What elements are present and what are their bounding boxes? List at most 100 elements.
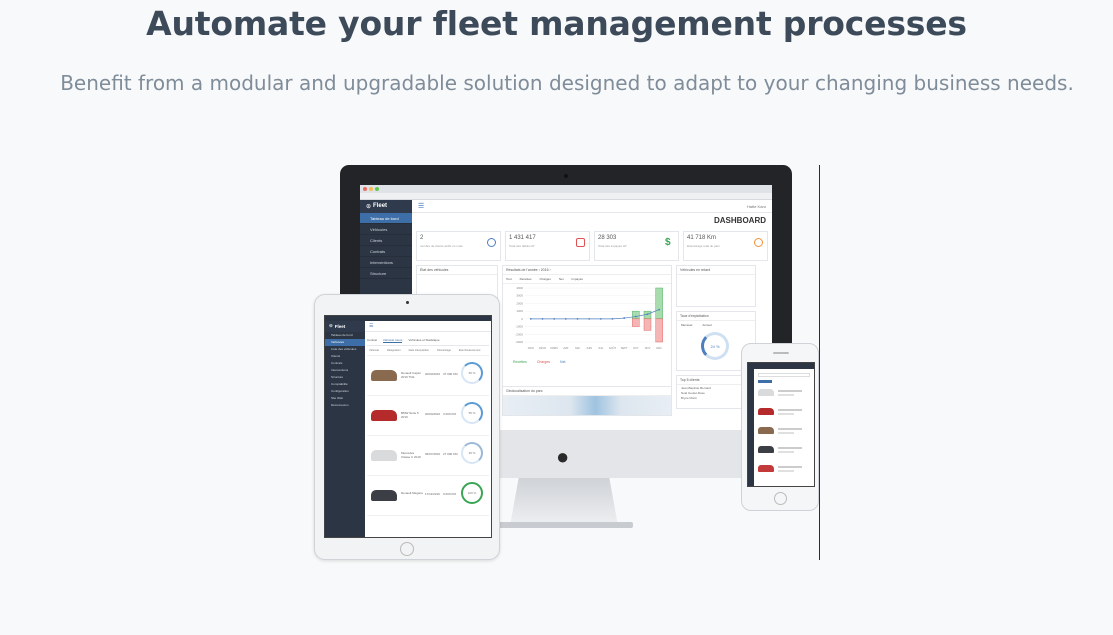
sidebar-item-website[interactable]: Site Web bbox=[325, 395, 365, 402]
progress-ring: 55 % bbox=[461, 402, 483, 424]
tab-stats[interactable]: Véhicules et Statistique bbox=[408, 338, 439, 343]
table-row[interactable]: Renault Mégane 17/11/2016 9 000 KM 100 % bbox=[367, 476, 489, 516]
map-view[interactable] bbox=[503, 396, 671, 415]
page-subtitle: Benefit from a modular and upgradable so… bbox=[60, 71, 1074, 95]
tab-contract[interactable]: Contrat bbox=[367, 338, 377, 343]
sidebar-item-structure[interactable]: Structure bbox=[325, 374, 365, 381]
point-net bbox=[564, 317, 567, 320]
sidebar-item-contracts[interactable]: Contrats bbox=[325, 360, 365, 367]
bar-charges bbox=[655, 318, 663, 343]
tab-unpaid[interactable]: Impayés bbox=[572, 277, 583, 281]
bar-charges bbox=[643, 318, 652, 331]
sidebar-item-interventions[interactable]: Interventions bbox=[360, 257, 412, 268]
kpi-label: Total des débits HT bbox=[509, 244, 535, 248]
summary-net: Net bbox=[560, 360, 566, 364]
panel-title: Résultats de l'année ‹ 2016 › bbox=[503, 266, 671, 275]
summary-charges: Charges bbox=[536, 360, 551, 364]
home-button bbox=[400, 542, 414, 556]
menu-icon[interactable]: ☰ bbox=[369, 323, 373, 329]
browser-url-bar[interactable] bbox=[360, 193, 772, 200]
sidebar-item-vehicles[interactable]: Véhicules bbox=[325, 339, 365, 346]
kpi-row: 2 nombre de clients actifs ce mois 1 431… bbox=[416, 231, 768, 261]
x-tick-label: NOV bbox=[645, 346, 651, 350]
tablet-tabs: Contrat Véhicule loués Véhicules et Stat… bbox=[367, 335, 489, 346]
dashboard-title: DASHBOARD bbox=[714, 216, 766, 225]
car-image bbox=[371, 370, 397, 381]
kpi-card: 1 431 417 Total des débits HT bbox=[505, 231, 590, 261]
list-item[interactable] bbox=[758, 406, 810, 418]
kpi-card: 2 nombre de clients actifs ce mois bbox=[416, 231, 501, 261]
y-tick-label: 1000 bbox=[516, 309, 523, 313]
col-date: Date d'acquisition bbox=[408, 349, 430, 352]
sidebar-item-clients[interactable]: Clients bbox=[325, 353, 365, 360]
results-tabs: Tout Recettes Charges Net Impayés bbox=[503, 275, 671, 284]
vehicle-table: Renault Captur 2019 TCE 20/03/2016 37 000 … bbox=[367, 356, 489, 516]
col-progress: Etat d'avancement bbox=[458, 349, 481, 352]
list-item[interactable] bbox=[758, 387, 810, 399]
sidebar-item-config[interactable]: Configuration bbox=[325, 388, 365, 395]
user-menu[interactable]: Hatte Karo bbox=[747, 204, 766, 209]
table-row[interactable]: Mercedes Classe C 2019 06/07/2016 27 000 K… bbox=[367, 436, 489, 476]
acquisition-date: 20/03/2016 bbox=[425, 372, 441, 376]
acquisition-date: 17/11/2016 bbox=[425, 492, 440, 496]
tab-yearly[interactable]: Annuel bbox=[702, 323, 711, 327]
sidebar-item-dashboard[interactable]: Tableau de bord bbox=[325, 332, 365, 339]
list-item[interactable] bbox=[758, 425, 810, 437]
progress-value: 100 % bbox=[467, 491, 477, 495]
sidebar-item-vehicles[interactable]: Véhicules bbox=[360, 224, 412, 235]
map-panel: Géolocalisation du parc bbox=[502, 386, 672, 416]
x-tick-label: AVR bbox=[563, 346, 568, 350]
vehicle-name: Mercedes Classe C 2019 bbox=[401, 451, 421, 459]
acquisition-date: 20/04/2016 bbox=[425, 412, 441, 416]
panel-title: Taux d'exploitation bbox=[677, 312, 755, 321]
car-image bbox=[371, 410, 397, 421]
x-tick-label: JUIN bbox=[586, 346, 592, 350]
point-net bbox=[599, 317, 602, 320]
mileage: 3 000 KM bbox=[443, 412, 456, 416]
search-input[interactable] bbox=[758, 373, 810, 377]
imac-stand bbox=[510, 478, 618, 526]
tab-revenue[interactable]: Recettes bbox=[520, 277, 532, 281]
sidebar-item-logout[interactable]: Déconnexion bbox=[325, 402, 365, 409]
sidebar-item-dashboard[interactable]: Tableau de bord bbox=[360, 213, 412, 224]
sidebar-item-accounting[interactable]: Comptabilité bbox=[325, 381, 365, 388]
table-header: Véhicule Désignation Date d'acquisition … bbox=[367, 346, 489, 356]
point-net bbox=[576, 317, 579, 320]
users-icon bbox=[487, 238, 496, 247]
browser-bar bbox=[360, 185, 772, 193]
phone-frame bbox=[741, 343, 819, 511]
add-button[interactable] bbox=[758, 380, 772, 383]
mileage: 9 000 KM bbox=[443, 492, 456, 496]
sidebar-item-interventions[interactable]: Interventions bbox=[325, 367, 365, 374]
late-returns-panel: Véhicules en retard bbox=[676, 265, 756, 307]
car-image bbox=[758, 465, 774, 472]
tab-all[interactable]: Tout bbox=[506, 277, 512, 281]
results-panel: Résultats de l'année ‹ 2016 › Tout Recet… bbox=[502, 265, 672, 390]
x-tick-label: MARS bbox=[550, 346, 558, 350]
x-tick-label: DÉC bbox=[656, 345, 662, 350]
tab-rented[interactable]: Véhicule loués bbox=[382, 338, 403, 343]
app-logo[interactable]: ⊙ Fleet bbox=[325, 320, 365, 332]
tab-charges[interactable]: Charges bbox=[540, 277, 551, 281]
sidebar-item-contracts[interactable]: Contrats bbox=[360, 246, 412, 257]
kpi-label: Total des impayés HT bbox=[598, 244, 627, 248]
app-logo[interactable]: ⊙ Fleet bbox=[360, 199, 412, 213]
bar-revenue bbox=[655, 287, 663, 320]
kpi-value: 2 bbox=[420, 235, 424, 241]
table-row[interactable]: Renault Captur 2019 TCE 20/03/2016 37 000 … bbox=[367, 356, 489, 396]
list-item[interactable] bbox=[758, 463, 810, 475]
tab-net[interactable]: Net bbox=[559, 277, 564, 281]
x-tick-label: SEPT bbox=[621, 346, 628, 350]
sidebar-item-structure[interactable]: Structure bbox=[360, 268, 412, 279]
menu-icon[interactable]: ☰ bbox=[418, 202, 424, 210]
sidebar-item-clients[interactable]: Clients bbox=[360, 235, 412, 246]
apple-logo-icon: ● bbox=[556, 444, 570, 469]
table-row[interactable]: BMW Série 5 2019 20/04/2016 3 000 KM 55 % bbox=[367, 396, 489, 436]
tablet-screen: ⊙ Fleet ☰ Tableau de bord Véhicules Liste… bbox=[324, 315, 492, 538]
progress-value: 55 % bbox=[468, 411, 476, 415]
tab-monthly[interactable]: Mensuel bbox=[681, 323, 692, 327]
sidebar-item-vehicle-list[interactable]: Liste des véhicules bbox=[325, 346, 365, 353]
page-title: Automate your fleet management processes bbox=[146, 4, 967, 43]
list-item[interactable] bbox=[758, 444, 810, 456]
car-image bbox=[758, 408, 774, 415]
